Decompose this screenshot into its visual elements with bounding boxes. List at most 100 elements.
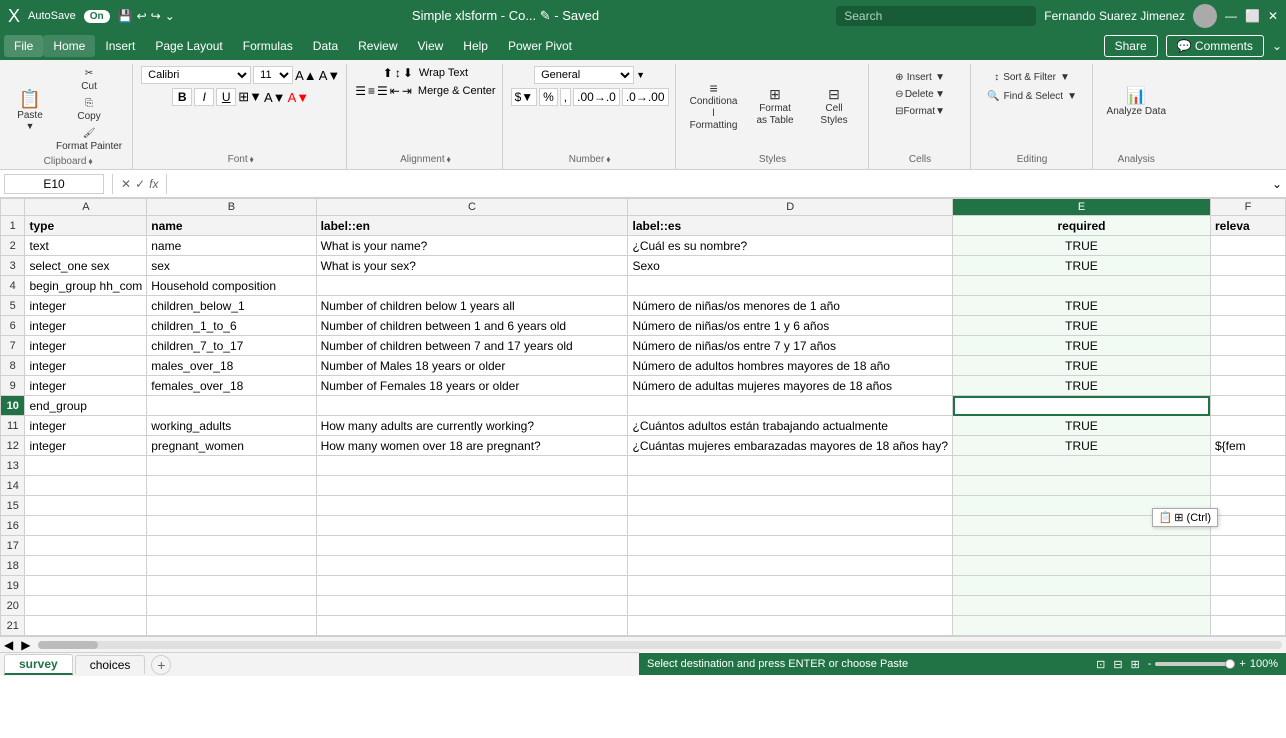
table-cell[interactable]: What is your name?: [316, 236, 628, 256]
table-cell[interactable]: [1210, 456, 1285, 476]
table-cell[interactable]: ¿Cuántos adultos están trabajando actual…: [628, 416, 953, 436]
table-cell[interactable]: [147, 516, 316, 536]
table-cell[interactable]: name: [147, 236, 316, 256]
close-icon[interactable]: ✕: [1268, 9, 1278, 23]
table-cell[interactable]: males_over_18: [147, 356, 316, 376]
table-cell[interactable]: females_over_18: [147, 376, 316, 396]
table-cell[interactable]: Número de niñas/os entre 1 y 6 años: [628, 316, 953, 336]
decrease-decimal-icon[interactable]: .00→.0: [573, 88, 620, 106]
table-cell[interactable]: Number of Males 18 years or older: [316, 356, 628, 376]
bold-button[interactable]: B: [172, 88, 192, 106]
table-cell[interactable]: [147, 596, 316, 616]
table-cell[interactable]: [953, 576, 1211, 596]
number-format-select[interactable]: General: [534, 66, 634, 84]
borders-icon[interactable]: ⊞▼: [238, 89, 262, 105]
table-cell[interactable]: [25, 476, 147, 496]
restore-icon[interactable]: ⬜: [1245, 9, 1260, 23]
horizontal-scrollbar[interactable]: ◀ ▶: [0, 636, 1286, 652]
menu-item-formulas[interactable]: Formulas: [233, 35, 303, 57]
page-layout-view-icon[interactable]: ⊟: [1113, 658, 1122, 671]
table-cell[interactable]: [147, 576, 316, 596]
alignment-expand-icon[interactable]: ⬧: [447, 154, 451, 165]
clipboard-expand-icon[interactable]: ⬧: [88, 156, 92, 167]
font-size-select[interactable]: 11: [253, 66, 293, 84]
table-cell[interactable]: Number of children below 1 years all: [316, 296, 628, 316]
table-cell[interactable]: select_one sex: [25, 256, 147, 276]
table-cell[interactable]: How many adults are currently working?: [316, 416, 628, 436]
table-cell[interactable]: ¿Cuál es su nombre?: [628, 236, 953, 256]
insert-function-icon[interactable]: fx: [149, 177, 158, 191]
table-cell[interactable]: [1210, 396, 1285, 416]
redo-icon[interactable]: ↪: [151, 9, 161, 23]
table-cell[interactable]: [628, 396, 953, 416]
table-cell[interactable]: [628, 276, 953, 296]
font-color-icon[interactable]: A▼: [288, 90, 310, 105]
zoom-slider[interactable]: [1155, 662, 1235, 666]
table-cell[interactable]: [953, 536, 1211, 556]
add-sheet-button[interactable]: +: [151, 655, 171, 675]
search-input[interactable]: [836, 6, 1036, 26]
menu-item-power-pivot[interactable]: Power Pivot: [498, 35, 582, 57]
insert-button[interactable]: ⊕ Insert ▼: [891, 70, 949, 85]
table-cell[interactable]: integer: [25, 316, 147, 336]
paste-ctrl-tooltip[interactable]: 📋 ⊞ (Ctrl): [1152, 508, 1218, 527]
table-cell[interactable]: label::es: [628, 216, 953, 236]
table-cell[interactable]: integer: [25, 336, 147, 356]
font-name-select[interactable]: Calibri: [141, 66, 251, 84]
currency-icon[interactable]: $▼: [511, 88, 538, 106]
table-cell[interactable]: [1210, 596, 1285, 616]
table-cell[interactable]: [628, 516, 953, 536]
table-cell[interactable]: TRUE: [953, 416, 1211, 436]
table-cell[interactable]: [316, 556, 628, 576]
font-expand-icon[interactable]: ⬧: [250, 154, 254, 165]
table-cell[interactable]: TRUE: [953, 356, 1211, 376]
table-cell[interactable]: [316, 516, 628, 536]
table-cell[interactable]: [25, 496, 147, 516]
decrease-indent-icon[interactable]: ⇤: [390, 84, 400, 98]
table-cell[interactable]: end_group: [25, 396, 147, 416]
table-cell[interactable]: TRUE: [953, 316, 1211, 336]
increase-font-icon[interactable]: A▲: [295, 68, 317, 83]
minimize-icon[interactable]: —: [1225, 9, 1237, 23]
align-bottom-icon[interactable]: ⬇: [403, 66, 413, 80]
table-cell[interactable]: required: [953, 216, 1211, 236]
sheet-tab-choices[interactable]: choices: [75, 655, 146, 674]
table-cell[interactable]: [316, 396, 628, 416]
table-cell[interactable]: [316, 616, 628, 636]
menu-item-data[interactable]: Data: [303, 35, 348, 57]
autosave-toggle[interactable]: On: [84, 10, 110, 23]
table-cell[interactable]: [1210, 416, 1285, 436]
cell-reference-input[interactable]: [4, 174, 104, 194]
cell-styles-button[interactable]: ⊟ Cell Styles: [807, 66, 862, 146]
page-break-view-icon[interactable]: ⊞: [1131, 658, 1140, 671]
table-cell[interactable]: TRUE: [953, 336, 1211, 356]
format-as-table-button[interactable]: ⊞ Format as Table: [748, 66, 803, 146]
table-cell[interactable]: [147, 456, 316, 476]
format-button[interactable]: ⊟ Format ▼: [891, 104, 949, 119]
table-cell[interactable]: [953, 276, 1211, 296]
scroll-left-icon[interactable]: ◀: [0, 638, 17, 652]
table-cell[interactable]: [1210, 336, 1285, 356]
zoom-out-icon[interactable]: -: [1148, 658, 1152, 670]
table-cell[interactable]: children_1_to_6: [147, 316, 316, 336]
undo-icon[interactable]: ↩: [137, 9, 147, 23]
analyze-data-button[interactable]: 📊 Analyze Data: [1101, 66, 1172, 136]
ribbon-collapse-icon[interactable]: ⌄: [1272, 39, 1282, 53]
align-middle-icon[interactable]: ↕: [395, 66, 401, 80]
table-cell[interactable]: [628, 496, 953, 516]
table-cell[interactable]: [628, 556, 953, 576]
copy-button[interactable]: ⎘ Copy: [52, 96, 126, 124]
table-cell[interactable]: [1210, 516, 1285, 536]
table-cell[interactable]: Number of children between 7 and 17 year…: [316, 336, 628, 356]
table-cell[interactable]: [25, 576, 147, 596]
comments-button[interactable]: 💬 Comments: [1166, 35, 1264, 57]
table-cell[interactable]: Number of Females 18 years or older: [316, 376, 628, 396]
table-cell[interactable]: integer: [25, 296, 147, 316]
menu-item-help[interactable]: Help: [453, 35, 498, 57]
menu-item-file[interactable]: File: [4, 35, 43, 57]
col-header-a[interactable]: A: [25, 199, 147, 216]
menu-item-page-layout[interactable]: Page Layout: [145, 35, 232, 57]
table-cell[interactable]: [953, 456, 1211, 476]
confirm-formula-icon[interactable]: ✓: [135, 177, 145, 191]
menu-item-view[interactable]: View: [408, 35, 454, 57]
